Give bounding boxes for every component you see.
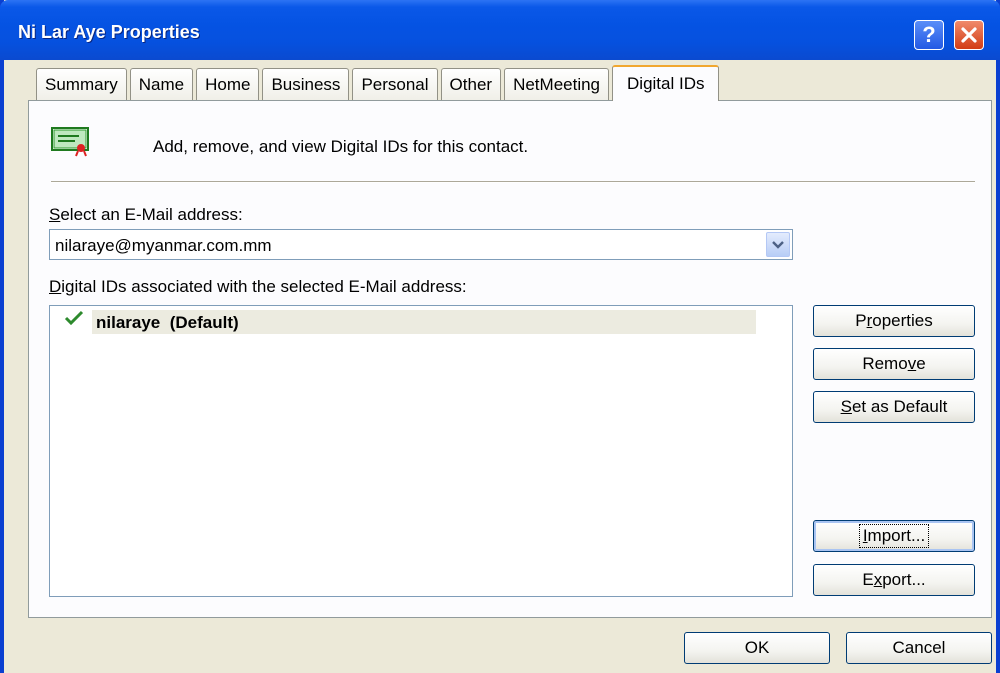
remove-button[interactable]: Remo v e xyxy=(813,348,975,380)
tab-netmeeting[interactable]: NetMeeting xyxy=(504,68,610,100)
dropdown-arrow-button[interactable] xyxy=(766,232,790,257)
email-dropdown-value: nilaraye@myanmar.com.mm xyxy=(55,236,272,255)
properties-window: Ni Lar Aye Properties ? Summary Name Hom… xyxy=(0,0,1000,673)
digital-ids-label: Digital IDs associated with the selected… xyxy=(49,277,467,296)
question-mark-icon: ? xyxy=(922,22,936,47)
digital-id-name: nilaraye (Default) xyxy=(96,313,239,332)
export-button[interactable]: Ex port... xyxy=(813,564,975,596)
digital-ids-panel: Add, remove, and view Digital IDs for th… xyxy=(28,100,992,618)
tab-strip: Summary Name Home Business Personal Othe… xyxy=(36,65,722,101)
tab-summary[interactable]: Summary xyxy=(36,68,127,100)
properties-button[interactable]: Pr operties xyxy=(813,305,975,337)
tab-personal[interactable]: Personal xyxy=(352,68,438,100)
list-item[interactable]: nilaraye (Default) xyxy=(92,310,756,334)
cancel-button[interactable]: Cancel xyxy=(846,632,992,664)
set-as-default-button[interactable]: Set as Default xyxy=(813,391,975,423)
help-button[interactable]: ? xyxy=(914,20,944,50)
tab-digital-ids[interactable]: Digital IDs xyxy=(612,65,720,101)
check-icon xyxy=(64,310,84,326)
certificate-icon xyxy=(51,127,89,157)
panel-description: Add, remove, and view Digital IDs for th… xyxy=(153,137,529,156)
separator xyxy=(51,181,975,183)
close-icon xyxy=(961,27,977,43)
chevron-down-icon xyxy=(772,240,784,249)
import-button[interactable]: Import... xyxy=(813,520,975,552)
window-title: Ni Lar Aye Properties xyxy=(18,22,200,42)
close-button[interactable] xyxy=(954,20,984,50)
email-select-label: Select an E-Mail address: xyxy=(49,205,243,224)
email-dropdown[interactable]: nilaraye@myanmar.com.mm xyxy=(49,229,793,260)
tab-business[interactable]: Business xyxy=(262,68,350,100)
ok-button[interactable]: OK xyxy=(684,632,830,664)
tab-other[interactable]: Other xyxy=(440,68,502,100)
tab-home[interactable]: Home xyxy=(196,68,260,100)
digital-ids-list[interactable]: nilaraye (Default) xyxy=(49,305,793,597)
tab-name[interactable]: Name xyxy=(129,68,194,100)
title-bar[interactable]: Ni Lar Aye Properties ? xyxy=(0,0,1000,60)
